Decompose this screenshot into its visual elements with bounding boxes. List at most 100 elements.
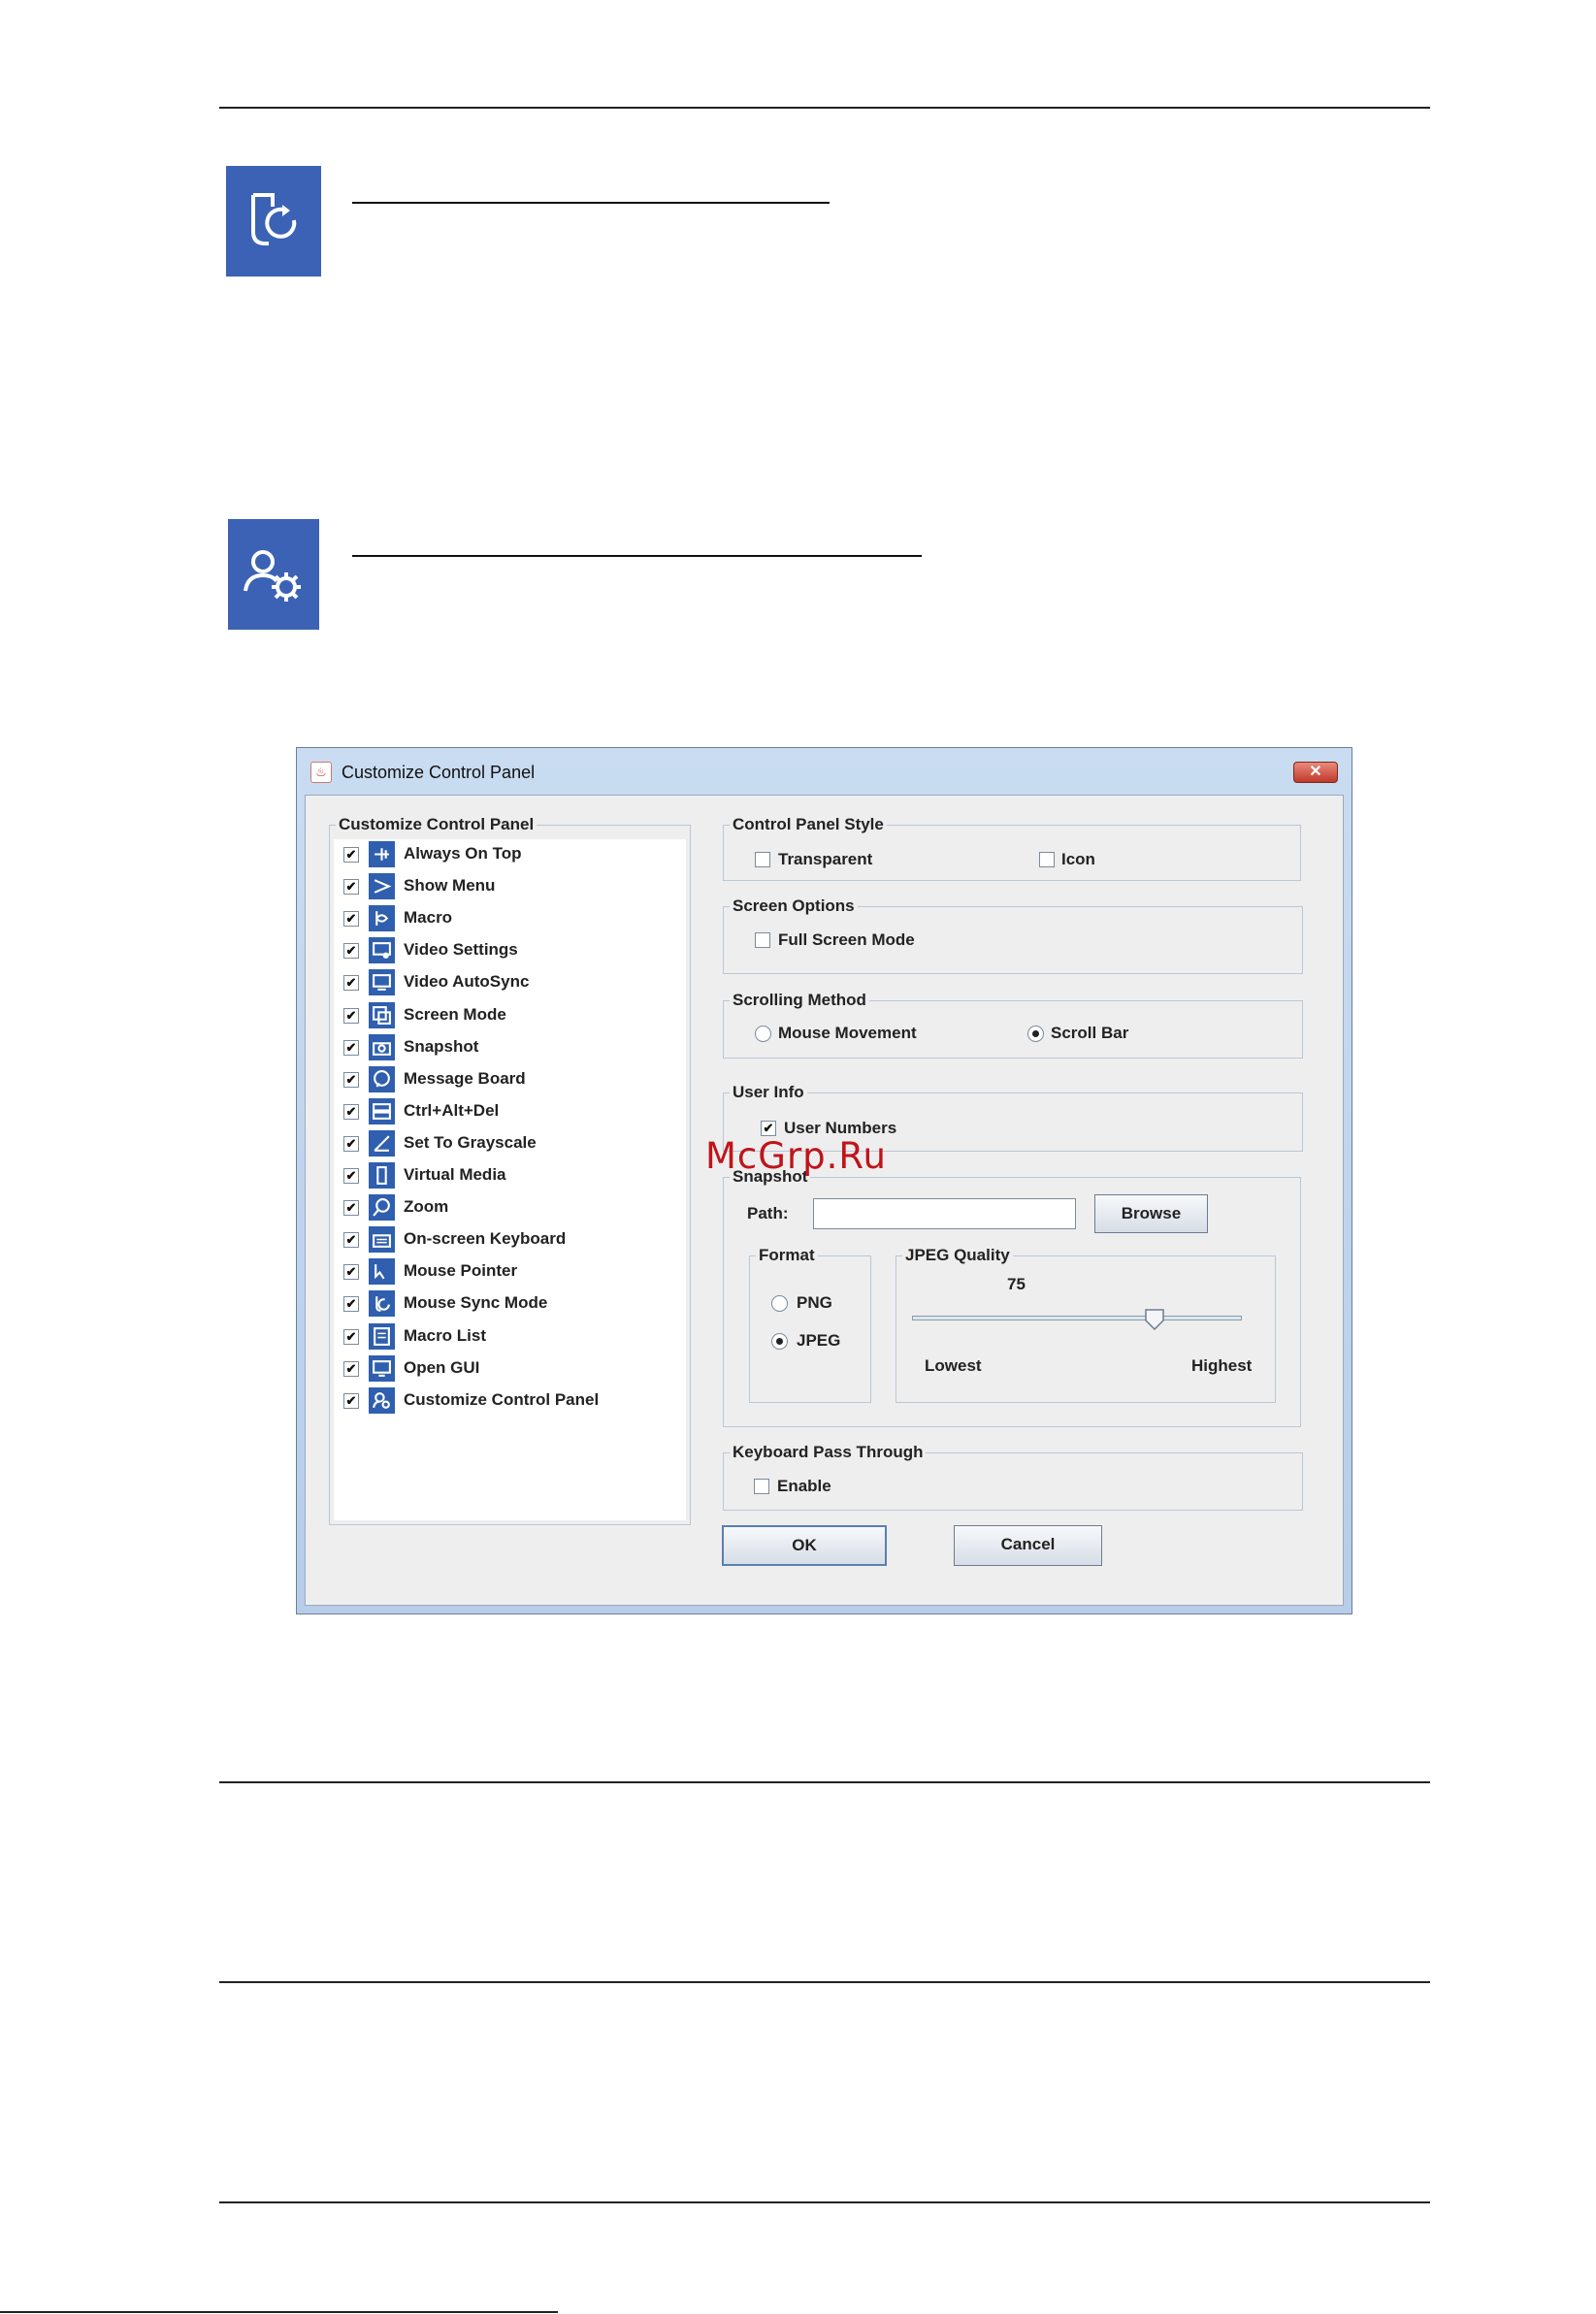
jpeg-quality-group: JPEG Quality 75 Lowest Highest — [896, 1246, 1276, 1403]
jpeg-radio[interactable] — [771, 1333, 788, 1350]
mouse-movement-radio[interactable] — [755, 1026, 771, 1042]
customize-control-panel-dialog: ♨ Customize Control Panel ✕ Customize Co… — [296, 747, 1352, 1614]
list-item-checkbox[interactable]: ✔ — [343, 1168, 359, 1184]
control-panel-style-group: Control Panel Style Transparent Icon — [723, 815, 1301, 881]
mouse-movement-label: Mouse Movement — [778, 1024, 917, 1042]
jpeg-quality-slider-thumb[interactable] — [1144, 1309, 1165, 1330]
customize-list-item[interactable]: ✔ Screen Mode — [334, 1000, 686, 1031]
list-item-label: Zoom — [404, 1197, 449, 1217]
header-rule — [219, 107, 1430, 109]
icon-style-checkbox[interactable] — [1039, 852, 1055, 867]
zoom-icon — [369, 1194, 395, 1222]
list-item-checkbox[interactable]: ✔ — [343, 911, 359, 928]
list-item-label: Customize Control Panel — [404, 1389, 600, 1409]
list-item-label: Video AutoSync — [404, 972, 530, 992]
list-item-checkbox[interactable]: ✔ — [343, 1328, 359, 1345]
png-radio[interactable] — [771, 1295, 788, 1312]
customize-list-item[interactable]: ✔ Customize Control Panel — [334, 1385, 686, 1417]
scroll-bar-radio[interactable] — [1027, 1026, 1044, 1042]
customize-list-item[interactable]: ✔ On-screen Keyboard — [334, 1224, 686, 1255]
lowest-label: Lowest — [925, 1356, 982, 1375]
customize-list-panel: Customize Control Panel ✔ Always On Top ✔ S… — [329, 815, 691, 1525]
list-item-checkbox[interactable]: ✔ — [343, 1039, 359, 1056]
list-item-checkbox[interactable]: ✔ — [343, 1007, 359, 1024]
separator-rule-2 — [219, 1981, 1430, 1983]
customize-list-item[interactable]: ✔ Show Menu — [334, 871, 686, 902]
keyboard-pass-through-title: Keyboard Pass Through — [730, 1443, 927, 1462]
full-screen-checkbox[interactable] — [755, 932, 770, 948]
list-item-checkbox[interactable]: ✔ — [343, 879, 359, 896]
enable-pass-through-checkbox[interactable] — [754, 1479, 769, 1494]
ctrl-alt-del-icon — [369, 1097, 395, 1124]
list-item-label: Set To Grayscale — [404, 1132, 537, 1152]
list-item-checkbox[interactable]: ✔ — [343, 1232, 359, 1249]
open-gui-icon — [369, 1354, 395, 1382]
format-title: Format — [756, 1246, 818, 1265]
list-item-checkbox[interactable]: ✔ — [343, 1296, 359, 1313]
control-panel-style-title: Control Panel Style — [730, 815, 887, 834]
cancel-button[interactable]: Cancel — [954, 1525, 1102, 1566]
ok-button[interactable]: OK — [722, 1525, 887, 1566]
java-app-icon: ♨ — [310, 762, 332, 783]
customize-list-item[interactable]: ✔ Always On Top — [334, 839, 686, 870]
transparent-label: Transparent — [778, 850, 873, 868]
video-autosync-icon — [369, 969, 395, 996]
customize-list-item[interactable]: ✔ Ctrl+Alt+Del — [334, 1096, 686, 1127]
grayscale-icon — [369, 1129, 395, 1157]
user-numbers-checkbox[interactable]: ✔ — [761, 1121, 776, 1136]
list-item-checkbox[interactable]: ✔ — [343, 1264, 359, 1281]
customize-list-item[interactable]: ✔ Virtual Media — [334, 1160, 686, 1191]
customize-control-panel-icon — [228, 519, 319, 630]
list-item-label: Screen Mode — [404, 1004, 506, 1024]
list-item-checkbox[interactable]: ✔ — [343, 1392, 359, 1409]
list-item-checkbox[interactable]: ✔ — [343, 1071, 359, 1088]
list-item-checkbox[interactable]: ✔ — [343, 847, 359, 863]
list-item-checkbox[interactable]: ✔ — [343, 1360, 359, 1377]
snapshot-path-input[interactable] — [813, 1198, 1076, 1229]
jpeg-label: JPEG — [797, 1331, 841, 1350]
customize-list-item[interactable]: ✔ Mouse Pointer — [334, 1256, 686, 1287]
user-info-title: User Info — [730, 1083, 807, 1102]
list-item-checkbox[interactable]: ✔ — [343, 975, 359, 992]
scrolling-method-title: Scrolling Method — [730, 991, 869, 1010]
list-item-checkbox[interactable]: ✔ — [343, 1103, 359, 1120]
customize-item-list[interactable]: ✔ Always On Top ✔ Show Menu ✔ Macro ✔ Video Set… — [334, 839, 686, 1520]
list-item-checkbox[interactable]: ✔ — [343, 1200, 359, 1217]
customize-list-item[interactable]: ✔ Snapshot — [334, 1032, 686, 1063]
separator-rule-1 — [219, 1781, 1430, 1783]
list-item-checkbox[interactable]: ✔ — [343, 943, 359, 960]
footer-rule — [219, 2201, 1430, 2203]
close-button[interactable]: ✕ — [1293, 762, 1338, 783]
customize-list-item[interactable]: ✔ Zoom — [334, 1192, 686, 1223]
customize-list-item[interactable]: ✔ Open GUI — [334, 1353, 686, 1385]
list-item-label: Video Settings — [404, 940, 518, 960]
list-item-label: Open GUI — [404, 1357, 480, 1377]
customize-list-item[interactable]: ✔ Macro — [334, 903, 686, 934]
list-item-label: Always On Top — [404, 844, 522, 863]
customize-panel-icon — [369, 1386, 395, 1414]
customize-list-item[interactable]: ✔ Message Board — [334, 1064, 686, 1095]
list-item-label: On-screen Keyboard — [404, 1229, 567, 1249]
list-item-label: Macro List — [404, 1325, 487, 1345]
customize-list-item[interactable]: ✔ Video Settings — [334, 935, 686, 966]
list-item-checkbox[interactable]: ✔ — [343, 1135, 359, 1152]
jpeg-quality-slider-track[interactable] — [912, 1316, 1242, 1320]
browse-button[interactable]: Browse — [1094, 1194, 1208, 1233]
customize-list-item[interactable]: ✔ Set To Grayscale — [334, 1128, 686, 1159]
screen-options-title: Screen Options — [730, 896, 858, 916]
customize-list-item[interactable]: ✔ Mouse Sync Mode — [334, 1288, 686, 1320]
list-item-label: Mouse Sync Mode — [404, 1293, 548, 1313]
dialog-titlebar[interactable]: ♨ Customize Control Panel ✕ — [297, 748, 1352, 795]
jpeg-quality-value: 75 — [1007, 1275, 1026, 1293]
list-item-label: Mouse Pointer — [404, 1261, 518, 1281]
screen-mode-icon — [369, 1001, 395, 1028]
list-item-label: Message Board — [404, 1068, 526, 1088]
icon-style-label: Icon — [1061, 850, 1095, 868]
png-label: PNG — [797, 1293, 832, 1312]
pin-icon — [369, 841, 395, 867]
transparent-checkbox[interactable] — [755, 852, 770, 867]
macro-icon — [369, 905, 395, 932]
customize-list-item[interactable]: ✔ Video AutoSync — [334, 967, 686, 998]
customize-list-item[interactable]: ✔ Macro List — [334, 1321, 686, 1353]
jpeg-quality-title: JPEG Quality — [902, 1246, 1013, 1265]
